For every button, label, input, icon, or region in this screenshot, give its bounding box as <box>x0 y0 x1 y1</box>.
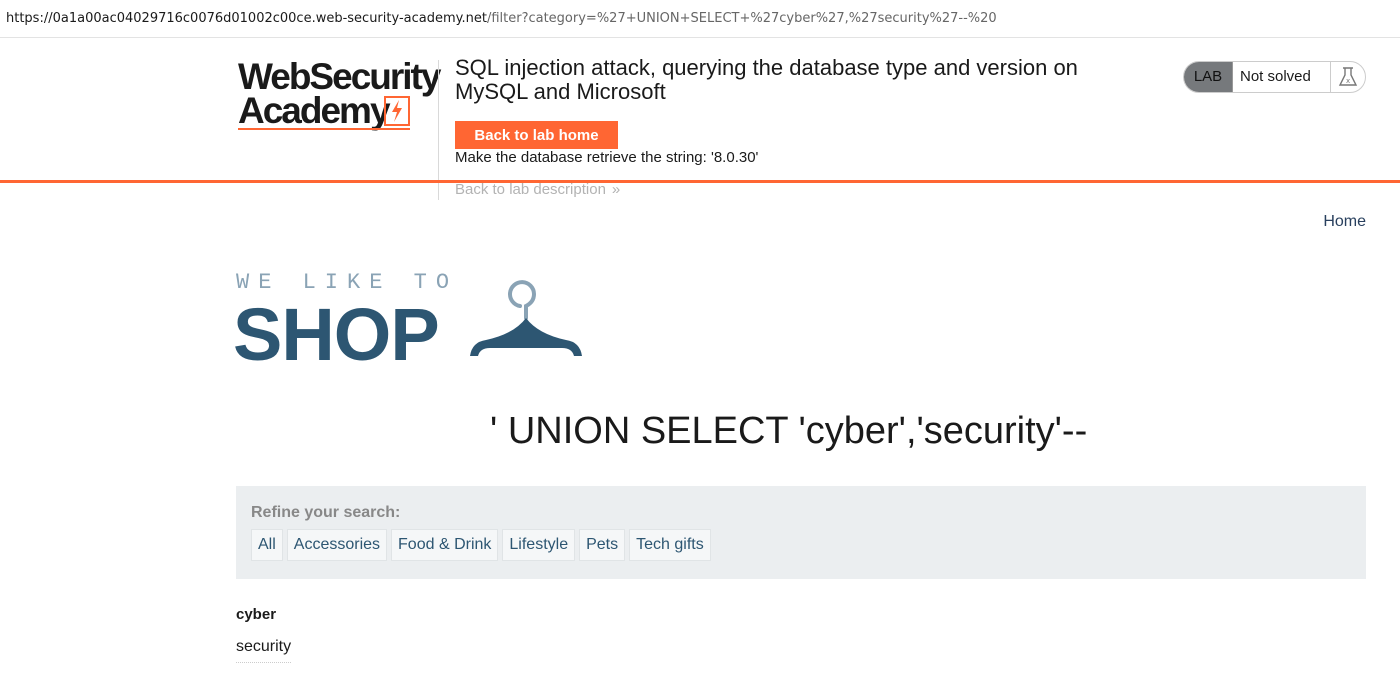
logo-underline <box>238 128 410 130</box>
lab-badge: LAB <box>1184 62 1233 92</box>
url-path: /filter?category=%27+UNION+SELECT+%27cyb… <box>486 11 997 26</box>
header-divider <box>438 60 439 200</box>
hanger-icon <box>470 280 582 356</box>
shop-logo-word: SHOP <box>233 293 440 376</box>
home-link[interactable]: Home <box>1323 213 1366 231</box>
category-food-drink[interactable]: Food & Drink <box>391 529 499 561</box>
category-filters: All Accessories Food & Drink Lifestyle P… <box>251 529 711 561</box>
category-lifestyle[interactable]: Lifestyle <box>502 529 576 561</box>
category-tech-gifts[interactable]: Tech gifts <box>629 529 711 561</box>
result-row-value: security <box>236 638 292 663</box>
academy-logo[interactable]: WebSecurity Academy <box>238 58 441 134</box>
header-orange-rule <box>0 180 1400 183</box>
logo-line-2: Academy <box>238 90 391 131</box>
flask-svg: x <box>1338 67 1358 86</box>
lab-instruction: Make the database retrieve the string: '… <box>455 149 759 166</box>
refine-search-label: Refine your search: <box>251 504 401 521</box>
lightning-icon <box>384 96 410 126</box>
browser-address-bar[interactable]: https://0a1a00ac04029716c0076d01002c00ce… <box>0 0 1400 38</box>
lab-status-text: Not solved <box>1240 68 1311 85</box>
back-description-label: Back to lab description <box>455 181 606 198</box>
back-to-lab-home-button[interactable]: Back to lab home <box>455 121 618 149</box>
url-host: https://0a1a00ac04029716c0076d01002c00ce… <box>6 11 487 26</box>
filter-panel: Refine your search: All Accessories Food… <box>236 486 1366 579</box>
shop-logo[interactable]: WE LIKE TO SHOP <box>233 270 596 376</box>
lab-status-widget: LAB Not solved x <box>1183 61 1366 93</box>
double-chevron-right-icon: » <box>611 181 621 198</box>
svg-text:x: x <box>1346 77 1350 85</box>
search-results-heading: ' UNION SELECT 'cyber','security'-- <box>490 410 1088 452</box>
address-url[interactable]: https://0a1a00ac04029716c0076d01002c00ce… <box>6 11 997 26</box>
back-to-lab-description-link[interactable]: Back to lab description » <box>455 181 620 198</box>
lab-title: SQL injection attack, querying the datab… <box>455 55 1078 104</box>
category-accessories[interactable]: Accessories <box>286 529 388 561</box>
result-row-header: cyber <box>236 606 277 623</box>
category-all[interactable]: All <box>251 529 283 561</box>
category-pets[interactable]: Pets <box>579 529 626 561</box>
shop-logo-tagline: WE LIKE TO <box>236 270 459 295</box>
flask-icon: x <box>1330 62 1365 92</box>
